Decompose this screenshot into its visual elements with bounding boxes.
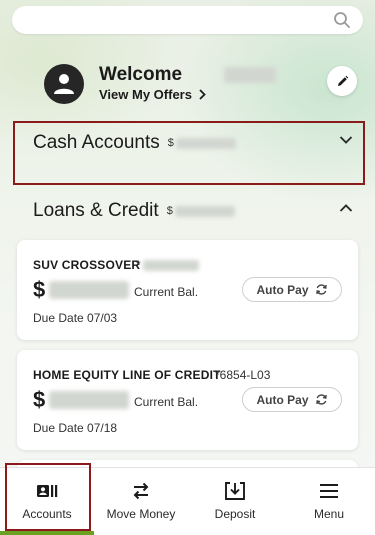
nav-move-money[interactable]: Move Money	[94, 468, 188, 535]
welcome-greeting: Welcome	[99, 64, 183, 85]
account-card[interactable]: HOME EQUITY LINE OF CREDIT *6854-L03 $ C…	[17, 350, 358, 450]
loans-credit-title: Loans & Credit	[33, 200, 159, 221]
autopay-button[interactable]: Auto Pay	[242, 387, 342, 412]
welcome-header: Welcome View My Offers	[44, 62, 364, 106]
view-offers-label: View My Offers	[99, 87, 192, 102]
redacted-balance	[49, 391, 129, 409]
nav-menu-label: Menu	[313, 507, 345, 521]
user-icon	[54, 74, 74, 94]
due-date: Due Date 07/03	[33, 311, 118, 325]
balance-prefix: $	[33, 387, 46, 412]
deposit-icon	[225, 482, 245, 500]
due-date: Due Date 07/18	[33, 421, 118, 435]
menu-icon	[320, 484, 338, 498]
account-name: HOME EQUITY LINE OF CREDIT	[33, 368, 221, 382]
redacted-loans-total	[174, 205, 235, 217]
loans-credit-total-prefix: $	[166, 205, 173, 217]
autopay-label: Auto Pay	[256, 282, 309, 297]
autopay-button[interactable]: Auto Pay	[242, 277, 342, 302]
search-input[interactable]	[12, 6, 363, 34]
pencil-icon	[337, 75, 348, 86]
balance-label: Current Bal.	[134, 285, 199, 299]
edit-button[interactable]	[327, 66, 357, 96]
view-offers-link[interactable]: View My Offers	[99, 87, 206, 102]
account-card[interactable]: SUV CROSSOVER * $ Current Bal. Due Date …	[17, 240, 358, 340]
autopay-refresh-icon	[315, 394, 327, 405]
redacted-account-number	[143, 260, 199, 271]
nav-move-money-label: Move Money	[106, 507, 176, 521]
autopay-refresh-icon	[315, 284, 327, 295]
balance-prefix: $	[33, 277, 46, 302]
avatar[interactable]	[44, 64, 84, 104]
autopay-label: Auto Pay	[256, 392, 309, 407]
nav-deposit[interactable]: Deposit	[188, 468, 282, 535]
transfer-icon	[133, 482, 149, 500]
nav-accounts-highlight	[5, 463, 91, 531]
redacted-user-name	[224, 67, 276, 83]
account-number: *6854-L03	[215, 368, 271, 382]
cash-accounts-highlight	[13, 121, 365, 185]
nav-deposit-label: Deposit	[214, 507, 256, 521]
loans-credit-header[interactable]: Loans & Credit $	[33, 196, 353, 226]
balance-label: Current Bal.	[134, 395, 199, 409]
nav-active-indicator	[0, 531, 94, 535]
redacted-balance	[49, 281, 129, 299]
account-name: SUV CROSSOVER	[33, 258, 141, 272]
search-icon[interactable]	[333, 11, 351, 29]
nav-menu[interactable]: Menu	[282, 468, 375, 535]
chevron-up-icon[interactable]	[339, 203, 353, 213]
account-number: *	[136, 258, 141, 272]
chevron-right-icon	[199, 89, 206, 100]
